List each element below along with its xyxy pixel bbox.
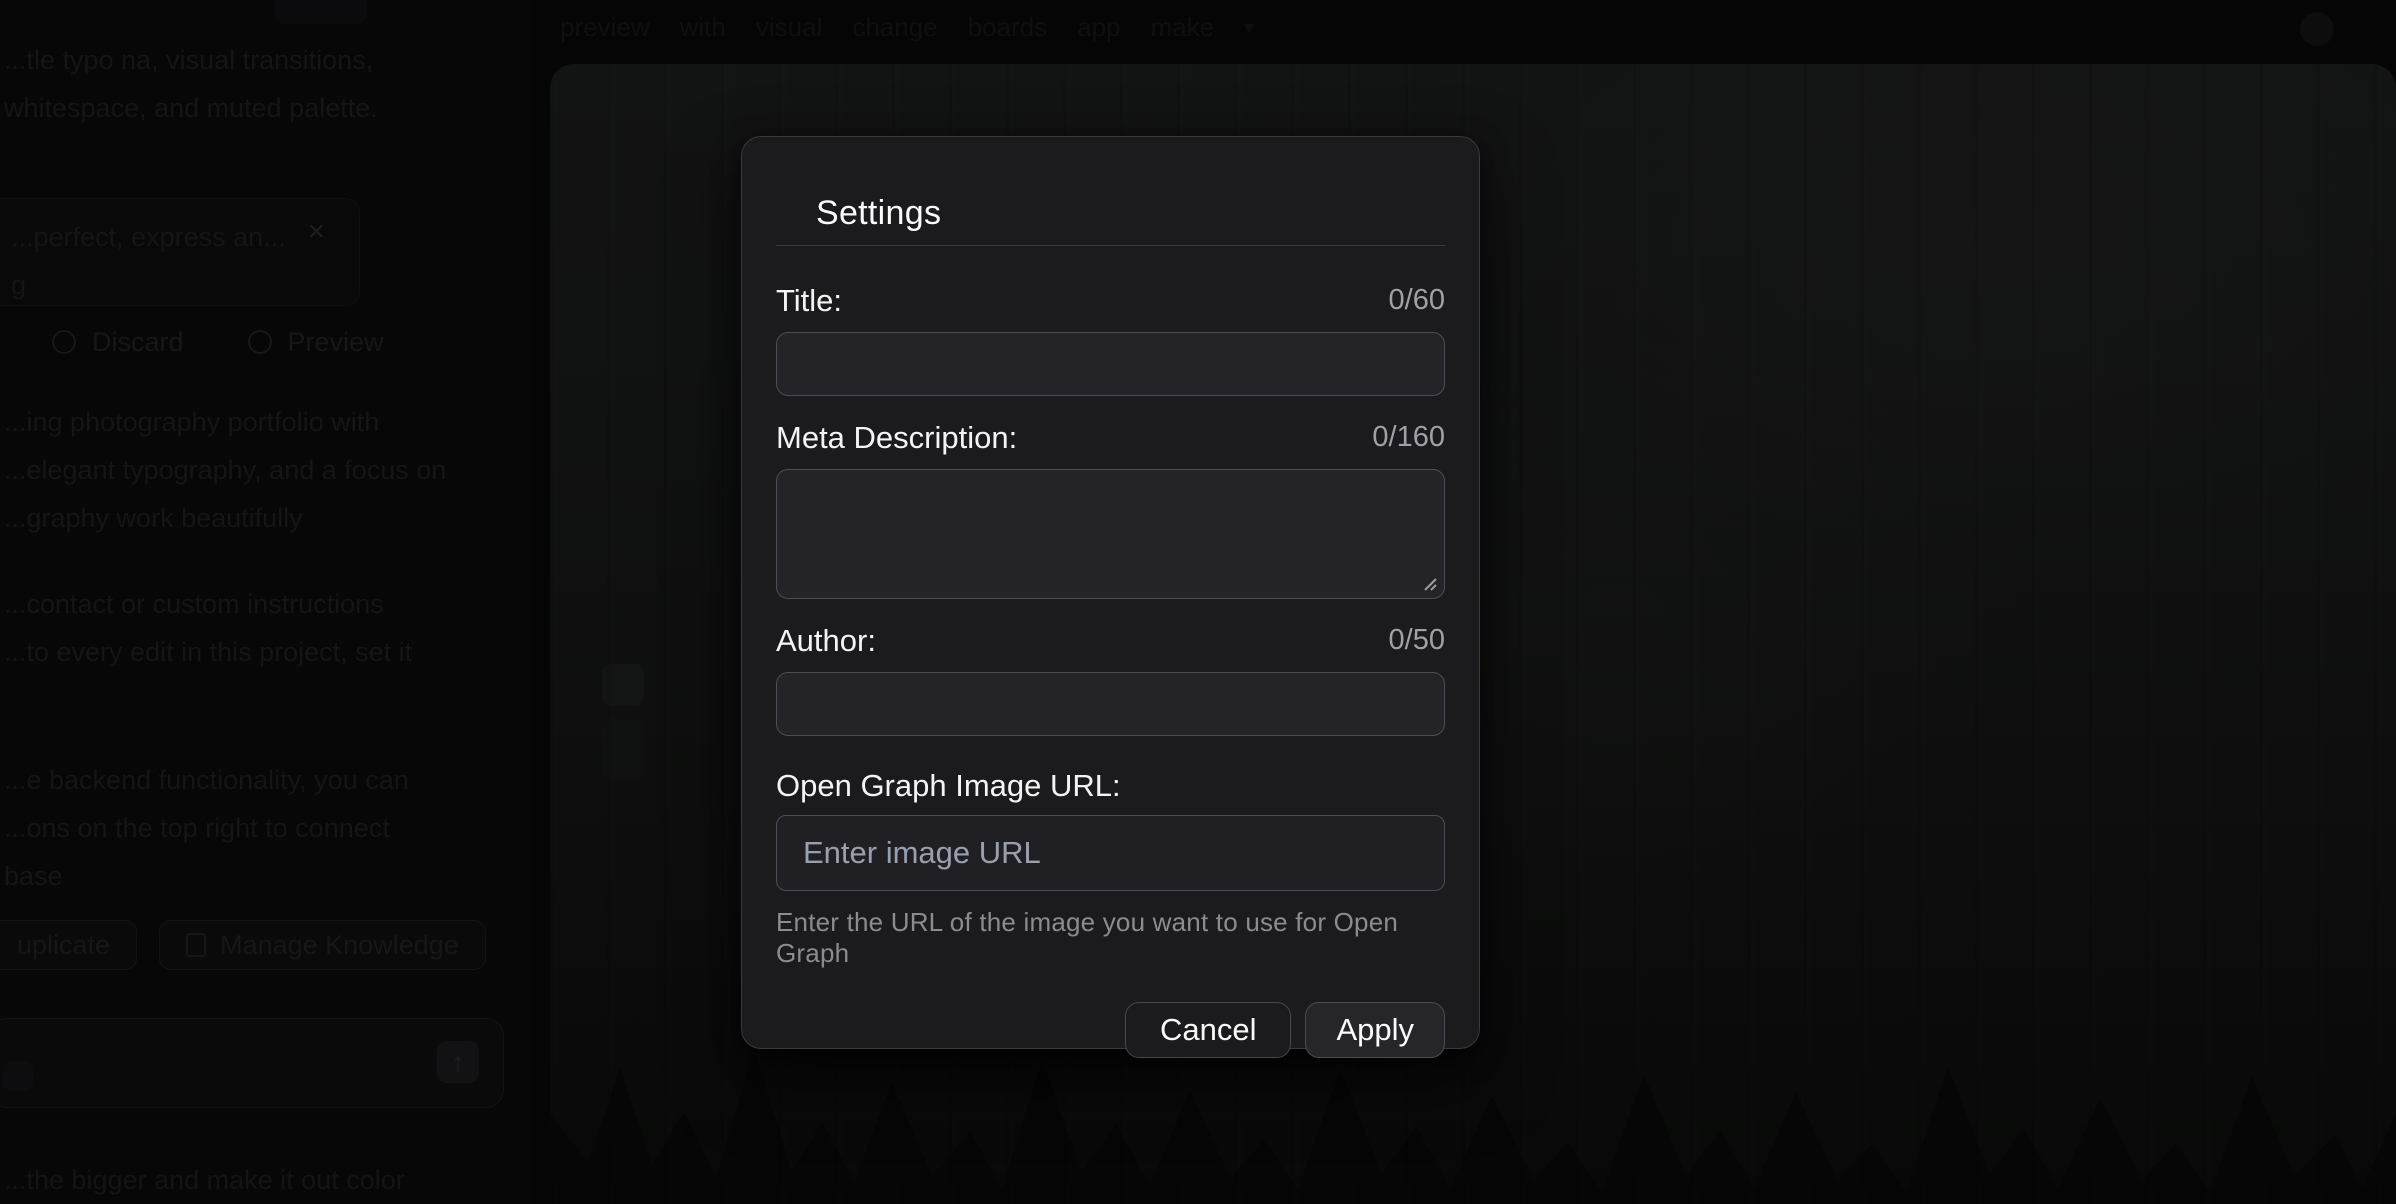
divider [776,245,1445,246]
resize-grip-icon[interactable] [1420,574,1438,592]
og-image-url-input[interactable] [776,815,1445,891]
title-counter: 0/60 [1389,285,1445,316]
author-field-wrap [776,672,1445,736]
title-label: Title: [776,285,842,316]
og-image-url-helper: Enter the URL of the image you want to u… [776,907,1445,969]
og-image-url-label: Open Graph Image URL: [776,770,1121,801]
apply-button[interactable]: Apply [1305,1002,1445,1058]
author-label: Author: [776,625,876,656]
settings-dialog: Settings Title: 0/60 Meta Description: 0… [741,136,1480,1049]
field-label-row: Title: 0/60 [776,285,1445,316]
field-label-row: Author: 0/50 [776,625,1445,656]
author-counter: 0/50 [1389,625,1445,656]
field-label-row: Open Graph Image URL: [776,770,1445,801]
app-root: { "colors":{"page_bg":"#070708","sidebar… [0,0,2396,1204]
title-input[interactable] [776,332,1445,396]
meta-description-textarea[interactable] [776,469,1445,599]
title-field-wrap [776,332,1445,396]
field-label-row: Meta Description: 0/160 [776,422,1445,453]
meta-description-field-wrap [776,469,1445,599]
dialog-button-row: Cancel Apply [776,1002,1445,1058]
meta-description-counter: 0/160 [1372,422,1445,453]
og-image-url-field-wrap [776,815,1445,891]
cancel-button[interactable]: Cancel [1125,1002,1292,1058]
author-input[interactable] [776,672,1445,736]
dialog-title: Settings [776,137,1445,233]
meta-description-label: Meta Description: [776,422,1017,453]
